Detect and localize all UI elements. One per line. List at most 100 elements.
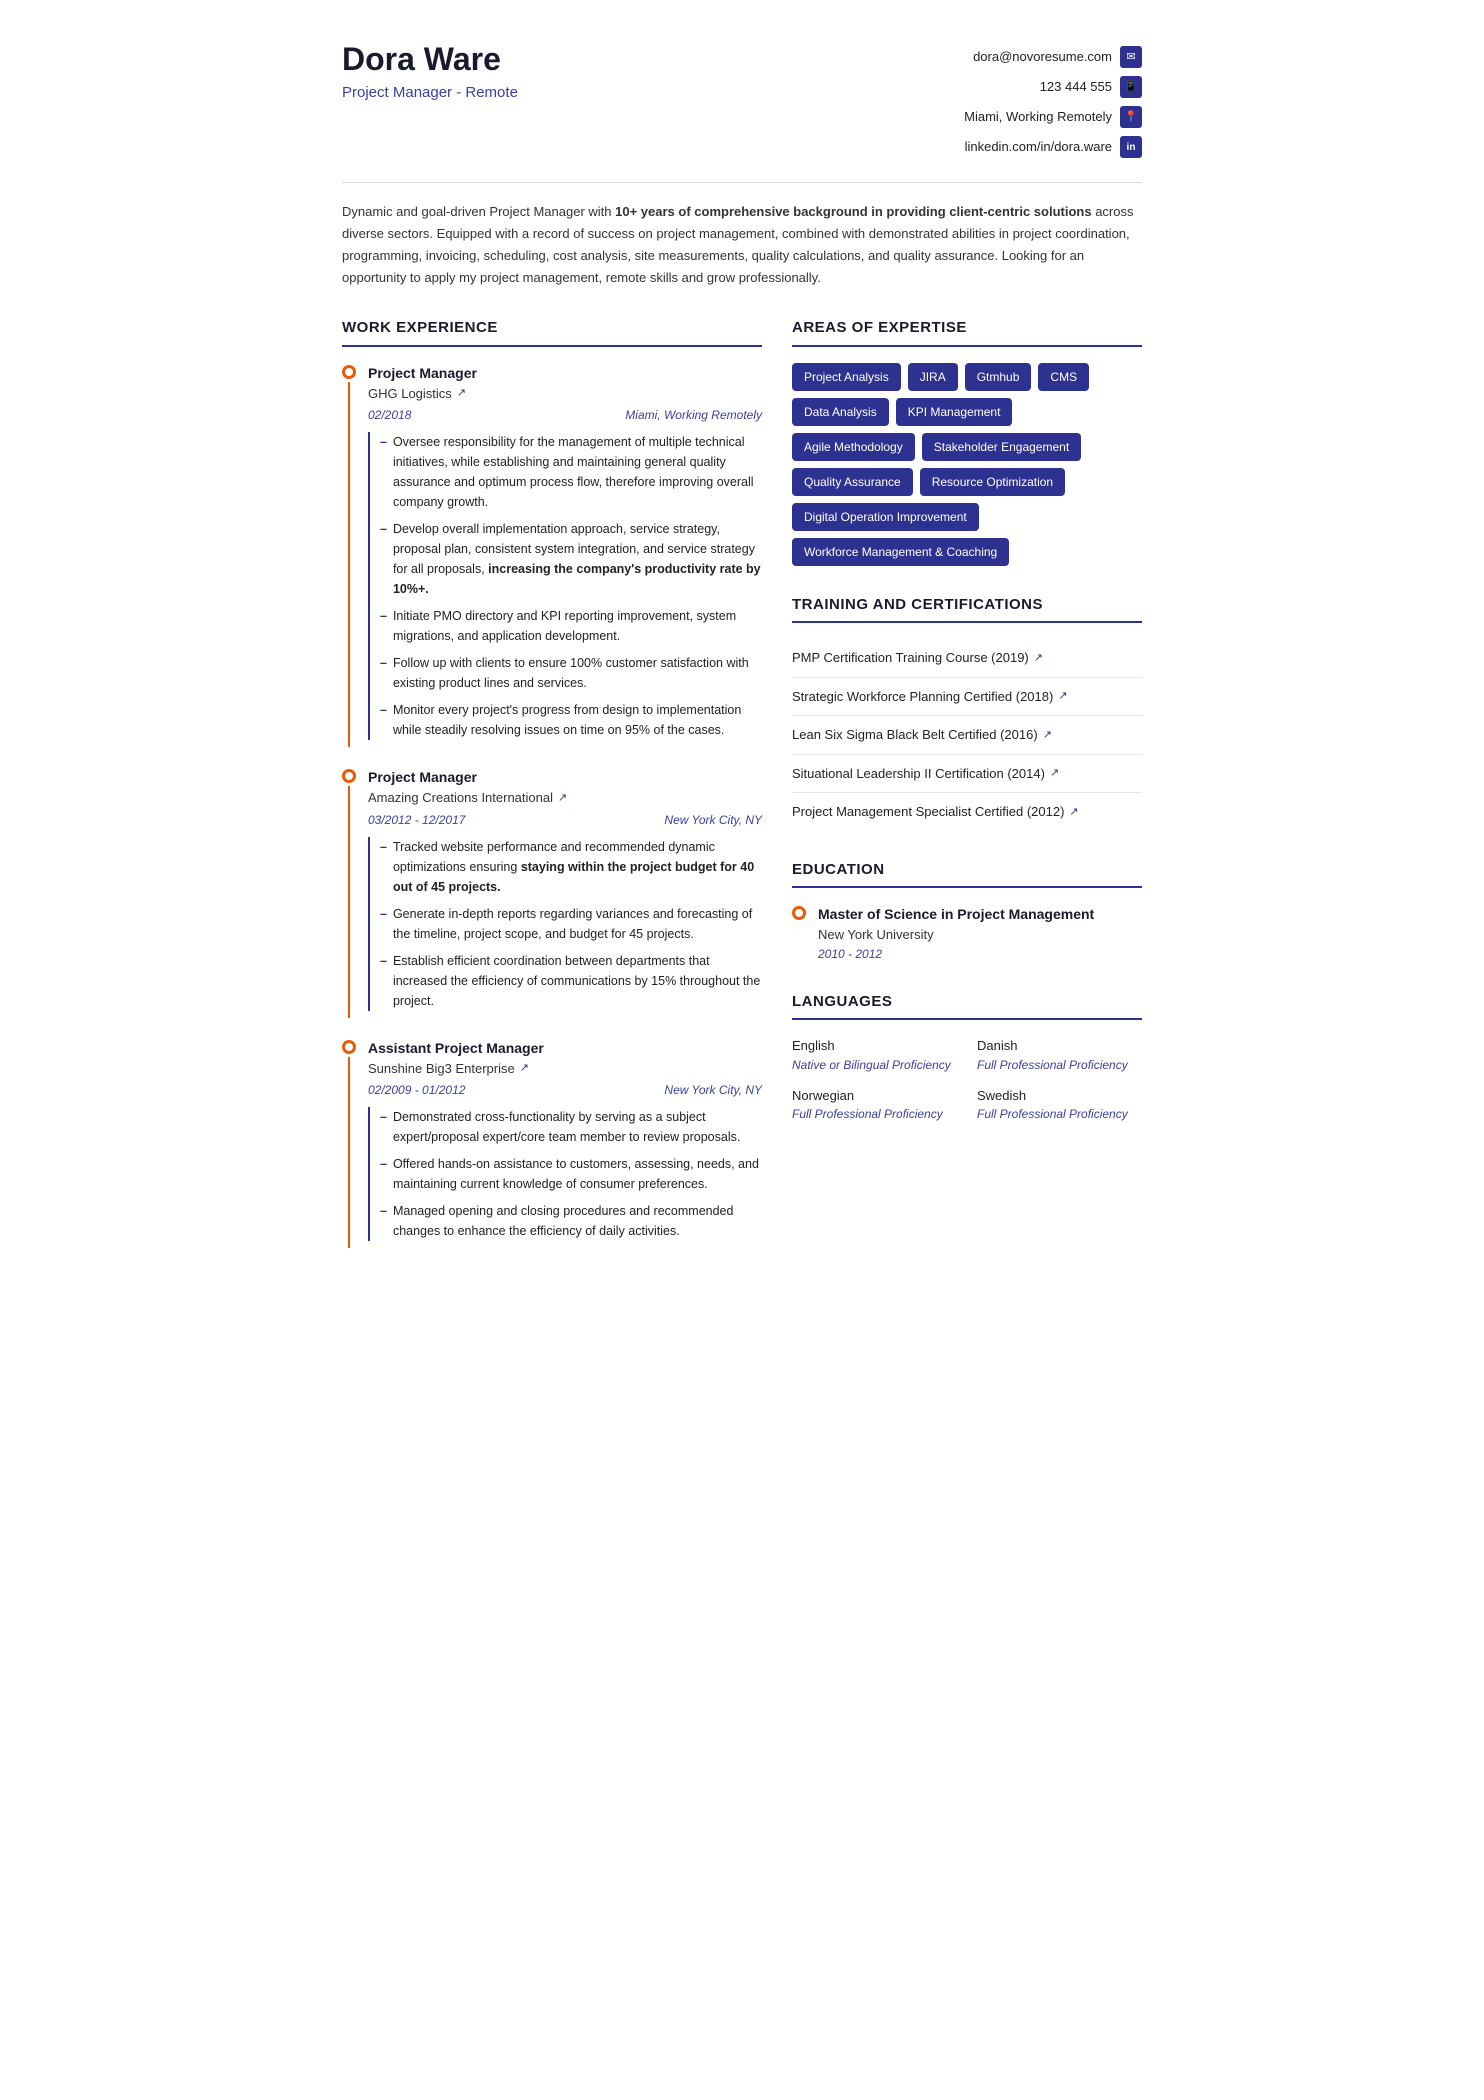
- job-line-2: [348, 786, 350, 1018]
- lang-level-english: Native or Bilingual Proficiency: [792, 1056, 957, 1074]
- work-experience-title: WORK EXPERIENCE: [342, 317, 762, 347]
- job-meta-3: 02/2009 - 01/2012 New York City, NY: [368, 1081, 762, 1099]
- lang-danish: Danish Full Professional Proficiency: [977, 1036, 1142, 1074]
- tag-gtmhub: Gtmhub: [965, 363, 1032, 391]
- lang-name-norwegian: Norwegian: [792, 1086, 957, 1106]
- lang-level-swedish: Full Professional Proficiency: [977, 1105, 1142, 1123]
- company-link-2[interactable]: ↗: [558, 790, 567, 807]
- job-company-1: GHG Logistics ↗: [368, 384, 762, 404]
- left-column: WORK EXPERIENCE Project Manager GHG Logi…: [342, 317, 762, 1268]
- bullet-2-1: –Tracked website performance and recomme…: [380, 837, 762, 897]
- candidate-subtitle: Project Manager - Remote: [342, 82, 518, 105]
- expertise-tags: Project Analysis JIRA Gtmhub CMS Data An…: [792, 363, 1142, 566]
- email-text: dora@novoresume.com: [973, 47, 1112, 67]
- bullet-1-3: –Initiate PMO directory and KPI reportin…: [380, 606, 762, 646]
- lang-level-danish: Full Professional Proficiency: [977, 1056, 1142, 1074]
- tag-agile: Agile Methodology: [792, 433, 915, 461]
- job-company-3: Sunshine Big3 Enterprise ↗: [368, 1059, 762, 1079]
- cert-link-4[interactable]: ↗: [1050, 765, 1059, 782]
- job-bullets-2: –Tracked website performance and recomme…: [368, 837, 762, 1011]
- job-company-2: Amazing Creations International ↗: [368, 788, 762, 808]
- expertise-section: AREAS OF EXPERTISE Project Analysis JIRA…: [792, 317, 1142, 566]
- page-header: Dora Ware Project Manager - Remote dora@…: [342, 40, 1142, 158]
- job-location-3: New York City, NY: [664, 1081, 762, 1099]
- tag-resource: Resource Optimization: [920, 468, 1065, 496]
- tag-kpi: KPI Management: [896, 398, 1013, 426]
- edu-years: 2010 - 2012: [818, 945, 1094, 963]
- tag-data-analysis: Data Analysis: [792, 398, 889, 426]
- job-entry-1: Project Manager GHG Logistics ↗ 02/2018 …: [342, 363, 762, 748]
- lang-norwegian: Norwegian Full Professional Proficiency: [792, 1086, 957, 1124]
- edu-degree: Master of Science in Project Management: [818, 904, 1094, 925]
- languages-section: LANGUAGES English Native or Bilingual Pr…: [792, 991, 1142, 1124]
- header-left: Dora Ware Project Manager - Remote: [342, 40, 518, 105]
- summary-section: Dynamic and goal-driven Project Manager …: [342, 182, 1142, 289]
- expertise-title: AREAS OF EXPERTISE: [792, 317, 1142, 347]
- lang-level-norwegian: Full Professional Proficiency: [792, 1105, 957, 1123]
- contact-location: Miami, Working Remotely 📍: [964, 106, 1142, 128]
- job-entry-3: Assistant Project Manager Sunshine Big3 …: [342, 1038, 762, 1249]
- tag-quality: Quality Assurance: [792, 468, 913, 496]
- cert-link-1[interactable]: ↗: [1034, 650, 1043, 667]
- job-dot-col-2: [342, 767, 356, 1018]
- cert-link-2[interactable]: ↗: [1058, 688, 1067, 705]
- bullet-1-2: –Develop overall implementation approach…: [380, 519, 762, 599]
- languages-grid: English Native or Bilingual Proficiency …: [792, 1036, 1142, 1123]
- cert-3: Lean Six Sigma Black Belt Certified (201…: [792, 716, 1142, 755]
- phone-text: 123 444 555: [1040, 77, 1112, 97]
- candidate-name: Dora Ware: [342, 40, 518, 78]
- location-icon: 📍: [1120, 106, 1142, 128]
- job-meta-1: 02/2018 Miami, Working Remotely: [368, 406, 762, 424]
- lang-name-english: English: [792, 1036, 957, 1056]
- tag-digital-ops: Digital Operation Improvement: [792, 503, 979, 531]
- job-date-1: 02/2018: [368, 406, 411, 424]
- linkedin-text: linkedin.com/in/dora.ware: [965, 137, 1112, 157]
- tag-workforce: Workforce Management & Coaching: [792, 538, 1009, 566]
- lang-name-swedish: Swedish: [977, 1086, 1142, 1106]
- job-content-3: Assistant Project Manager Sunshine Big3 …: [368, 1038, 762, 1249]
- languages-title: LANGUAGES: [792, 991, 1142, 1021]
- edu-entry: Master of Science in Project Management …: [792, 904, 1142, 963]
- contact-email: dora@novoresume.com ✉: [973, 46, 1142, 68]
- bullet-3-2: –Offered hands-on assistance to customer…: [380, 1154, 762, 1194]
- company-link-1[interactable]: ↗: [457, 385, 466, 402]
- education-title: EDUCATION: [792, 859, 1142, 889]
- job-location-1: Miami, Working Remotely: [625, 406, 762, 424]
- job-bullets-3: –Demonstrated cross-functionality by ser…: [368, 1107, 762, 1241]
- edu-content: Master of Science in Project Management …: [818, 904, 1094, 963]
- bullet-1-5: –Monitor every project's progress from d…: [380, 700, 762, 740]
- cert-link-3[interactable]: ↗: [1043, 727, 1052, 744]
- job-location-2: New York City, NY: [664, 811, 762, 829]
- job-dot-2: [342, 769, 356, 783]
- cert-4: Situational Leadership II Certification …: [792, 755, 1142, 794]
- main-content: WORK EXPERIENCE Project Manager GHG Logi…: [342, 317, 1142, 1268]
- education-section: EDUCATION Master of Science in Project M…: [792, 859, 1142, 963]
- job-title-1: Project Manager: [368, 363, 762, 384]
- training-section: TRAINING AND CERTIFICATIONS PMP Certific…: [792, 594, 1142, 831]
- lang-swedish: Swedish Full Professional Proficiency: [977, 1086, 1142, 1124]
- job-content-1: Project Manager GHG Logistics ↗ 02/2018 …: [368, 363, 762, 748]
- bullet-1-1: –Oversee responsibility for the manageme…: [380, 432, 762, 512]
- job-meta-2: 03/2012 - 12/2017 New York City, NY: [368, 811, 762, 829]
- cert-2: Strategic Workforce Planning Certified (…: [792, 678, 1142, 717]
- phone-icon: 📱: [1120, 76, 1142, 98]
- tag-cms: CMS: [1038, 363, 1089, 391]
- bullet-1-4: –Follow up with clients to ensure 100% c…: [380, 653, 762, 693]
- job-line-3: [348, 1057, 350, 1249]
- bullet-3-3: –Managed opening and closing procedures …: [380, 1201, 762, 1241]
- company-link-3[interactable]: ↗: [520, 1060, 529, 1077]
- tag-project-analysis: Project Analysis: [792, 363, 901, 391]
- bullet-2-3: –Establish efficient coordination betwee…: [380, 951, 762, 1011]
- job-bullets-1: –Oversee responsibility for the manageme…: [368, 432, 762, 740]
- job-dot-1: [342, 365, 356, 379]
- cert-1: PMP Certification Training Course (2019)…: [792, 639, 1142, 678]
- tag-stakeholder: Stakeholder Engagement: [922, 433, 1081, 461]
- job-line-1: [348, 382, 350, 748]
- job-content-2: Project Manager Amazing Creations Intern…: [368, 767, 762, 1018]
- contact-linkedin[interactable]: linkedin.com/in/dora.ware in: [965, 136, 1142, 158]
- cert-link-5[interactable]: ↗: [1069, 804, 1078, 821]
- header-right: dora@novoresume.com ✉ 123 444 555 📱 Miam…: [964, 40, 1142, 158]
- right-column: AREAS OF EXPERTISE Project Analysis JIRA…: [792, 317, 1142, 1268]
- bullet-3-1: –Demonstrated cross-functionality by ser…: [380, 1107, 762, 1147]
- cert-5: Project Management Specialist Certified …: [792, 793, 1142, 831]
